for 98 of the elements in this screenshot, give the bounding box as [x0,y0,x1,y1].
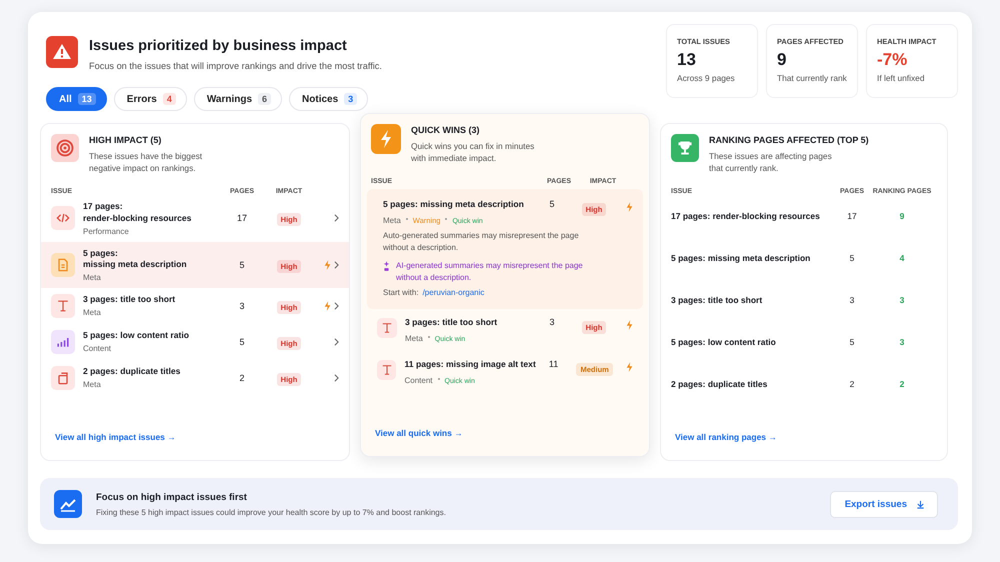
ai-note: AI-generated summaries may misrepresent the page without a description. [396,260,584,284]
separator-dot [438,378,440,380]
panel-title: QUICK WINS (3) [411,125,480,135]
warning-icon [46,36,78,68]
pages-count: 5 [238,260,246,270]
issue-title: 3 pages: title too short [83,294,176,306]
copy-icon [51,366,75,390]
trend-icon [54,490,82,518]
filter-tab[interactable]: All 13 [46,87,107,111]
bolt-icon [626,362,634,372]
code-icon [51,206,75,230]
filter-tab[interactable]: Errors 4 [114,87,187,111]
chevron-icon [334,260,339,269]
page-title: Issues prioritized by business impact [89,38,348,54]
issue-title: 17 pages: render-blocking resources [671,210,821,222]
text-icon [51,294,75,318]
bar-chart-icon [51,330,75,354]
pages-count: 3 [548,317,556,328]
issue-title: 5 pages: missing meta description [671,252,812,264]
pages-count: 5 [848,337,856,348]
issue-category: Meta [405,334,423,343]
panel-description: These issues have the biggest negative impact on rankings. [89,150,204,174]
ranking-pages-count: 3 [898,295,906,306]
stat-value: 13 [677,50,697,70]
pages-count: 3 [238,300,246,311]
view-all-link[interactable]: View all high impact issues → [41,432,349,450]
pages-count: 17 [236,213,248,224]
pages-count: 3 [848,295,856,306]
pages-count: 2 [238,372,246,383]
issue-title: 5 pages: low content ratio [671,336,777,348]
stat-value: -7% [877,50,908,70]
pages-count: 5 [548,199,556,210]
export-button[interactable]: Export issues [830,490,938,518]
issue-title: 5 pages: missing meta description [83,248,188,271]
issue-category: Meta [383,216,401,225]
ranking-pages-count: 3 [898,337,906,348]
stat-note: That currently rank [777,73,848,83]
text-icon [377,318,397,338]
issue-title: 3 pages: title too short [671,294,764,306]
page-link[interactable]: /peruvian-organic [422,288,484,298]
download-icon [916,500,925,508]
issue-title: 11 pages: missing image alt text [404,358,536,371]
bolt-icon [626,202,633,212]
panel-description: Quick wins you can fix in minutes with immediate impact. [411,140,536,164]
chevron-icon [334,338,339,346]
issue-category: Meta [83,308,102,318]
text-icon [377,360,396,380]
stat-note: Across 9 pages [677,73,736,83]
view-all-link[interactable]: View all ranking pages → [661,432,947,450]
issue-title: 2 pages: duplicate titles [671,378,768,390]
panel-title: RANKING PAGES AFFECTED (TOP 5) [709,135,869,145]
filter-tab[interactable]: Notices 3 [289,87,368,111]
panel-description: These issues are affecting pages that currently rank. [709,150,833,174]
count-badge: 6 [258,93,272,105]
separator-dot [428,336,430,338]
issue-category: Content [83,344,112,354]
separator-dot [406,218,408,220]
chevron-icon [334,214,339,222]
document-icon [51,252,75,277]
chevron-icon [334,302,339,310]
issue-title: 5 pages: missing meta description [383,199,525,211]
panel-title: HIGH IMPACT (5) [89,135,162,145]
issue-detail: Auto-generated summaries may misrepresent the page without a description. [383,230,580,254]
count-badge: 4 [162,93,176,105]
page-subtitle: Focus on the issues that will improve rankings and drive the most traffic. [89,61,382,71]
ranking-pages-count: 2 [898,379,906,390]
banner-title: Focus on high impact issues first [96,492,248,502]
issue-category: Meta [83,272,102,282]
banner-text: Fixing these 5 high impact issues could improve your health score by up to 7% and boost rankings. [96,508,447,516]
count-badge: 13 [78,93,96,105]
stat-note: If left unfixed [877,73,926,83]
pages-count: 17 [846,211,858,222]
issue-category: Meta [83,380,102,390]
pages-count: 2 [848,379,856,390]
ranking-pages-count: 9 [898,211,906,222]
stat-value: 9 [777,50,788,70]
bolt-icon [626,320,633,330]
issue-category: Performance [83,226,130,236]
trophy-icon [671,134,699,162]
quick-win-row[interactable] [367,189,643,310]
count-badge: 3 [344,93,358,105]
target-icon [51,134,79,162]
start-label: Start with: [383,288,419,298]
chevron-icon [334,374,339,382]
bolt-icon [371,124,401,154]
issue-title: 2 pages: duplicate titles [83,366,182,378]
sparkle-icon [383,260,390,272]
filter-tab[interactable]: Warnings 6 [194,87,282,111]
separator-dot [445,218,448,220]
ranking-pages-count: 4 [898,253,906,264]
issue-title: 5 pages: low content ratio [83,330,190,342]
issue-title: 17 pages: render-blocking resources [83,201,192,225]
pages-count: 5 [238,336,246,347]
pages-count: 11 [548,358,560,369]
pages-count: 5 [848,253,856,264]
issue-title: 3 pages: title too short [405,317,498,329]
issue-category: Content [404,376,432,385]
view-all-link[interactable]: View all quick wins → [361,428,649,446]
